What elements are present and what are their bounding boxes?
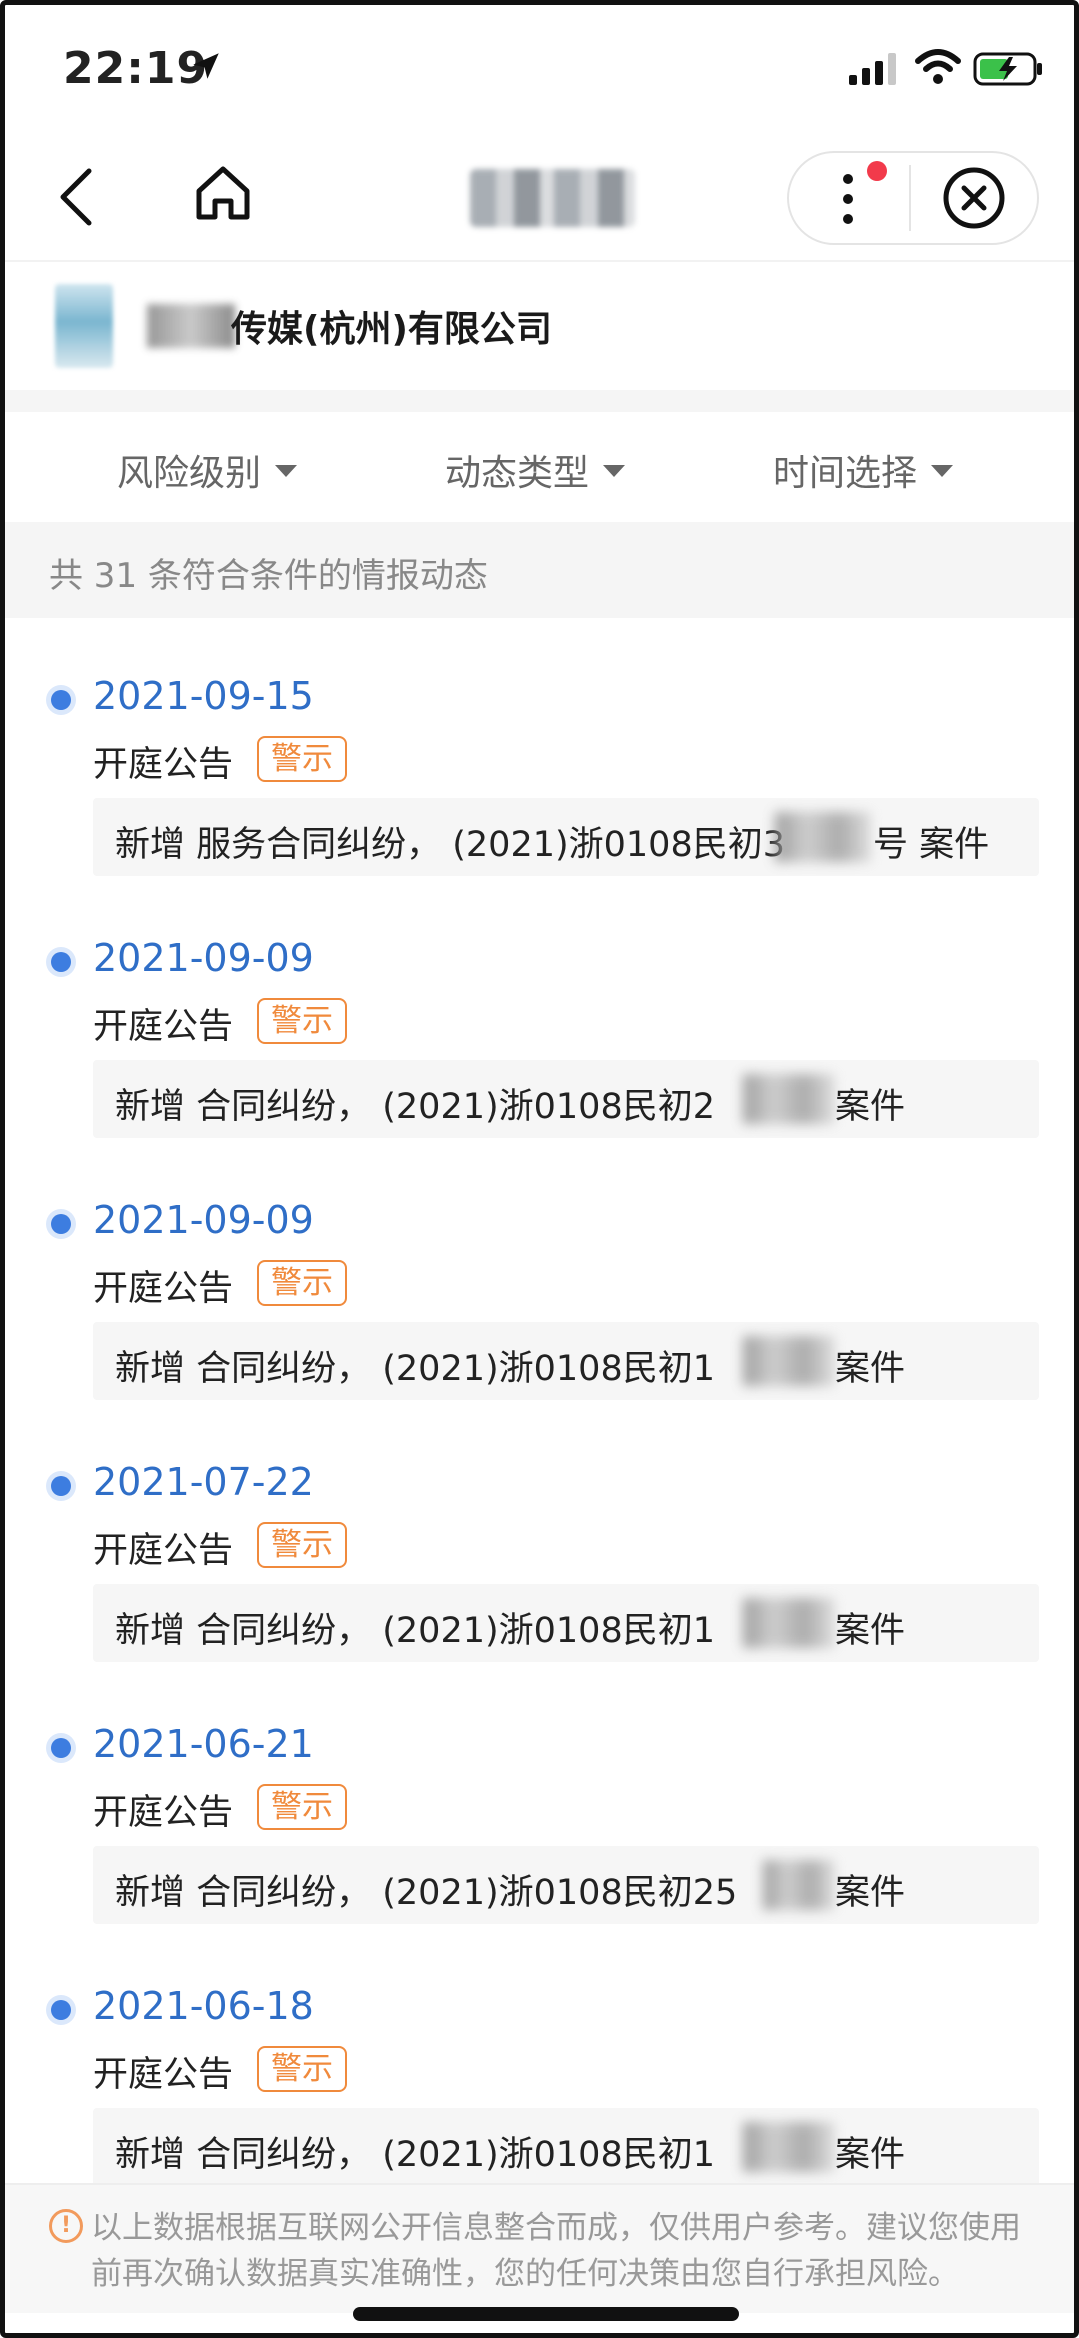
timeline-dot [51, 1476, 71, 1496]
list-item[interactable]: 2021-06-18 开庭公告 警示 新增 合同纠纷， (2021)浙0108民… [5, 1928, 1074, 2190]
case-number-redacted [775, 812, 871, 862]
company-name-redacted [147, 304, 235, 348]
more-options-icon[interactable] [831, 169, 865, 229]
case-number-redacted [743, 1074, 835, 1124]
event-type: 开庭公告 [93, 1269, 234, 1309]
caret-down-icon [603, 465, 626, 477]
event-type: 开庭公告 [93, 745, 234, 785]
description-suffix: 号 案件 [873, 825, 990, 865]
case-number-redacted [743, 1336, 835, 1386]
event-date: 2021-09-09 [93, 1198, 314, 1242]
warning-badge: 警示 [257, 1522, 347, 1568]
company-name: 传媒(杭州)有限公司 [231, 309, 552, 350]
description-text: 新增 服务合同纠纷， (2021)浙0108民初3 [115, 825, 785, 865]
filter-label: 时间选择 [773, 453, 918, 494]
description-suffix: 案件 [835, 1349, 906, 1389]
event-date: 2021-09-15 [93, 674, 314, 718]
description-text: 新增 合同纠纷， (2021)浙0108民初25 [115, 1873, 738, 1913]
section-gap [5, 390, 1074, 412]
warning-badge: 警示 [257, 2046, 347, 2092]
filter-label: 动态类型 [445, 453, 590, 494]
wifi-icon [915, 49, 961, 84]
event-type: 开庭公告 [93, 1531, 234, 1571]
description-text: 新增 合同纠纷， (2021)浙0108民初1 [115, 1611, 715, 1651]
case-number-redacted [763, 1860, 835, 1910]
filter-risk-level[interactable]: 风险级别 [117, 444, 298, 496]
disclaimer-text: 以上数据根据互联网公开信息整合而成，仅供用户参考。建议您使用前再次确认数据真实准… [91, 2210, 1021, 2292]
nav-bar [5, 135, 1074, 260]
event-description: 新增 合同纠纷， (2021)浙0108民初25 案件 [93, 1846, 1039, 1924]
description-text: 新增 合同纠纷， (2021)浙0108民初1 [115, 2135, 715, 2175]
warning-badge: 警示 [257, 1784, 347, 1830]
event-description: 新增 合同纠纷， (2021)浙0108民初2 案件 [93, 1060, 1039, 1138]
timeline-dot [51, 2000, 71, 2020]
event-date: 2021-07-22 [93, 1460, 314, 1504]
description-text: 新增 合同纠纷， (2021)浙0108民初2 [115, 1087, 715, 1127]
event-description: 新增 合同纠纷， (2021)浙0108民初1 案件 [93, 1322, 1039, 1400]
list-item[interactable]: 2021-07-22 开庭公告 警示 新增 合同纠纷， (2021)浙0108民… [5, 1404, 1074, 1666]
location-arrow-icon [193, 53, 219, 79]
phone-screen: 22:19 传媒(杭州)有限公司 风险级别 动态类型 时间选择 共 31 条符合… [0, 0, 1079, 2338]
case-number-redacted [743, 1598, 835, 1648]
caret-down-icon [931, 465, 954, 477]
close-icon[interactable] [941, 165, 1007, 231]
capsule-divider [909, 165, 911, 231]
home-indicator [353, 2307, 739, 2321]
event-date: 2021-06-18 [93, 1984, 314, 2028]
event-type: 开庭公告 [93, 1793, 234, 1833]
timeline-dot [51, 1214, 71, 1234]
warning-info-icon: ! [49, 2209, 83, 2243]
notification-dot [867, 161, 887, 181]
result-count: 共 31 条符合条件的情报动态 [49, 556, 488, 596]
list-item[interactable]: 2021-09-09 开庭公告 警示 新增 合同纠纷， (2021)浙0108民… [5, 880, 1074, 1142]
list-item[interactable]: 2021-09-09 开庭公告 警示 新增 合同纠纷， (2021)浙0108民… [5, 1142, 1074, 1404]
back-arrow-icon[interactable] [53, 165, 101, 229]
event-description: 新增 合同纠纷， (2021)浙0108民初1 案件 [93, 1584, 1039, 1662]
home-icon[interactable] [191, 161, 255, 225]
description-suffix: 案件 [835, 1611, 906, 1651]
event-description: 新增 合同纠纷， (2021)浙0108民初1 案件 [93, 2108, 1039, 2186]
warning-badge: 警示 [257, 1260, 347, 1306]
event-type: 开庭公告 [93, 1007, 234, 1047]
filter-event-type[interactable]: 动态类型 [445, 444, 626, 496]
company-header[interactable]: 传媒(杭州)有限公司 [5, 260, 1074, 390]
description-suffix: 案件 [835, 2135, 906, 2175]
page-title-blurred [470, 169, 635, 227]
case-number-redacted [743, 2122, 835, 2172]
event-date: 2021-06-21 [93, 1722, 314, 1766]
timeline-dot [51, 952, 71, 972]
cellular-signal-icon [849, 53, 896, 85]
filter-time[interactable]: 时间选择 [773, 444, 954, 496]
list-item[interactable]: 2021-09-15 开庭公告 警示 新增 服务合同纠纷， (2021)浙010… [5, 618, 1074, 880]
event-date: 2021-09-09 [93, 936, 314, 980]
filter-label: 风险级别 [117, 453, 262, 494]
caret-down-icon [275, 465, 298, 477]
event-type: 开庭公告 [93, 2055, 234, 2095]
warning-badge: 警示 [257, 736, 347, 782]
list-item[interactable]: 2021-06-21 开庭公告 警示 新增 合同纠纷， (2021)浙0108民… [5, 1666, 1074, 1928]
status-time: 22:19 [63, 43, 209, 94]
timeline-dot [51, 690, 71, 710]
description-suffix: 案件 [835, 1087, 906, 1127]
battery-charging-icon [973, 52, 1042, 86]
description-suffix: 案件 [835, 1873, 906, 1913]
disclaimer-notice: ! 以上数据根据互联网公开信息整合而成，仅供用户参考。建议您使用前再次确认数据真… [5, 2183, 1074, 2313]
event-description: 新增 服务合同纠纷， (2021)浙0108民初3 号 案件 [93, 798, 1039, 876]
filter-bar: 风险级别 动态类型 时间选择 [5, 412, 1074, 522]
result-count-bar: 共 31 条符合条件的情报动态 [5, 522, 1074, 618]
description-text: 新增 合同纠纷， (2021)浙0108民初1 [115, 1349, 715, 1389]
company-logo [55, 284, 113, 368]
warning-badge: 警示 [257, 998, 347, 1044]
timeline-dot [51, 1738, 71, 1758]
status-bar: 22:19 [5, 5, 1074, 135]
